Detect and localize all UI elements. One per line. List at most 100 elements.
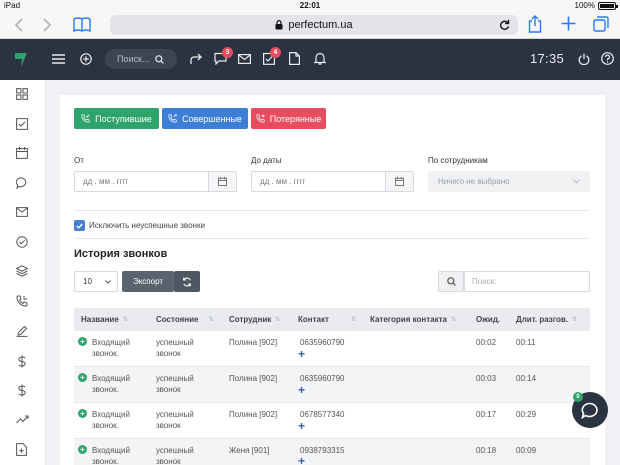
mail-icon[interactable] xyxy=(238,54,251,64)
call-name: Входящий звонок. xyxy=(92,337,130,359)
reload-icon[interactable] xyxy=(499,19,510,31)
call-contact[interactable]: 0678577340 xyxy=(300,409,345,420)
staff-select[interactable]: Ничего не выбрано xyxy=(428,171,590,192)
refresh-button[interactable] xyxy=(174,271,200,292)
from-date-input[interactable]: дд . мм . гггг xyxy=(74,171,237,192)
menu-icon[interactable] xyxy=(52,54,65,64)
add-contact-icon[interactable]: + xyxy=(298,384,305,396)
tasks-icon[interactable]: 4 xyxy=(263,47,281,65)
exclude-failed-checkbox[interactable] xyxy=(74,220,85,231)
column-state[interactable]: Состояние ⇅ xyxy=(156,308,214,331)
call-name-line2: звонок. xyxy=(92,457,119,465)
tabs-icon[interactable] xyxy=(593,16,609,32)
call-contact[interactable]: 0635960790 xyxy=(300,337,345,348)
chat-badge: 3 xyxy=(222,47,233,58)
outgoing-calls-button[interactable]: Совершенные xyxy=(162,108,248,129)
staff-filter-label: По сотрудникам xyxy=(428,156,488,165)
dollar-alt-icon[interactable] xyxy=(16,384,30,398)
chat-icon[interactable]: 3 xyxy=(214,47,233,65)
to-date-placeholder: дд . мм . гггг xyxy=(260,177,306,186)
column-staff[interactable]: Сотрудник ⇅ xyxy=(229,308,280,331)
call-contact[interactable]: 0635960790 xyxy=(300,373,345,384)
envelope-icon[interactable] xyxy=(16,207,30,221)
redirect-icon[interactable] xyxy=(190,53,202,65)
phone-calls-icon[interactable] xyxy=(16,295,30,309)
column-category[interactable]: Категория контакта ⇅ xyxy=(370,308,456,331)
call-name: Входящий звонок. xyxy=(92,445,130,465)
expand-row-icon[interactable] xyxy=(78,373,87,382)
table-row[interactable]: Входящий звонок. успешный звонок Полина [9… xyxy=(74,367,590,403)
dashboard-icon[interactable] xyxy=(16,88,30,102)
sort-icon: ⇅ xyxy=(572,317,578,323)
table-search-input[interactable]: Поиск: xyxy=(464,271,590,292)
call-state-line2: звонок xyxy=(156,421,181,430)
call-state: успешный звонок xyxy=(156,409,194,431)
to-calendar-icon[interactable] xyxy=(385,172,413,191)
comment-icon[interactable] xyxy=(16,177,30,191)
header-search-input[interactable]: Поиск... xyxy=(117,54,149,64)
add-contact-icon[interactable]: + xyxy=(298,348,305,360)
forward-icon[interactable] xyxy=(42,18,52,32)
table-row[interactable]: Входящий звонок. успешный звонок Женя [901… xyxy=(74,439,590,465)
calendar-icon[interactable] xyxy=(16,147,30,161)
perfectum-logo-icon[interactable] xyxy=(14,52,28,68)
header-search[interactable]: Поиск... xyxy=(105,49,177,69)
share-icon[interactable] xyxy=(528,15,542,33)
export-button[interactable]: Экспорт xyxy=(122,271,174,292)
back-icon[interactable] xyxy=(14,18,24,32)
missed-calls-button[interactable]: Потерянные xyxy=(251,108,326,129)
check-circle-icon[interactable] xyxy=(16,236,30,250)
chat-widget-badge: 0 xyxy=(573,392,583,402)
export-label: Экспорт xyxy=(132,277,164,286)
column-duration[interactable]: Длит. разгов. ⇅ xyxy=(516,308,577,331)
call-history-title: История звонков xyxy=(74,248,168,260)
power-icon[interactable] xyxy=(578,53,590,65)
help-icon[interactable] xyxy=(601,52,614,65)
incoming-calls-button[interactable]: Поступившие xyxy=(74,108,159,129)
note-icon[interactable] xyxy=(289,52,300,65)
add-document-icon[interactable] xyxy=(16,443,30,457)
table-row[interactable]: Входящий звонок. успешный звонок Полина [9… xyxy=(74,403,590,439)
dollar-icon[interactable] xyxy=(16,355,30,369)
call-state: успешный звонок xyxy=(156,445,194,465)
call-duration: 00:11 xyxy=(516,338,536,347)
add-contact-icon[interactable]: + xyxy=(298,420,305,432)
table-search-placeholder: Поиск: xyxy=(472,277,497,286)
battery-percent: 100% xyxy=(574,1,595,10)
from-calendar-icon[interactable] xyxy=(208,172,236,191)
app-header: Поиск... 3 4 17:35 xyxy=(0,39,620,80)
table-search-button[interactable] xyxy=(438,271,464,292)
exclude-failed-label: Исключить неуспешные звонки xyxy=(89,221,205,230)
lock-icon xyxy=(275,20,283,30)
expand-row-icon[interactable] xyxy=(78,445,87,454)
to-date-input[interactable]: дд . мм . гггг xyxy=(251,171,414,192)
staff-select-value: Ничего не выбрано xyxy=(438,177,510,186)
expand-row-icon[interactable] xyxy=(78,409,87,418)
call-duration: 00:09 xyxy=(516,446,537,455)
page-size-value: 10 xyxy=(83,277,92,286)
column-wait[interactable]: Ожид. xyxy=(476,308,500,331)
add-circle-icon[interactable] xyxy=(80,53,92,65)
page-size-select[interactable]: 10 xyxy=(74,271,118,292)
add-contact-icon[interactable]: + xyxy=(298,455,305,465)
call-state-line2: звонок xyxy=(156,385,181,394)
column-contact[interactable]: Контакт ⇅ xyxy=(298,308,356,331)
missed-phone-icon xyxy=(256,114,265,123)
bookmarks-icon[interactable] xyxy=(73,17,91,32)
edit-icon[interactable] xyxy=(16,325,30,339)
call-duration: 00:14 xyxy=(516,374,537,383)
trending-icon[interactable] xyxy=(16,414,30,428)
column-name[interactable]: Название ⇅ xyxy=(81,308,128,331)
call-state-line1: успешный xyxy=(156,446,194,455)
sort-icon: ⇅ xyxy=(208,317,214,323)
table-row[interactable]: Входящий звонок. успешный звонок Полина [9… xyxy=(74,331,590,367)
checklist-icon[interactable] xyxy=(16,118,30,132)
address-bar[interactable]: perfectum.ua xyxy=(110,15,518,35)
call-name-line1: Входящий xyxy=(92,338,130,347)
layers-icon[interactable] xyxy=(16,265,30,279)
expand-row-icon[interactable] xyxy=(78,337,87,346)
new-tab-icon[interactable] xyxy=(561,16,576,31)
bell-icon[interactable] xyxy=(314,52,326,65)
call-wait: 00:17 xyxy=(476,410,497,419)
call-contact[interactable]: 0938793315 xyxy=(300,445,345,456)
